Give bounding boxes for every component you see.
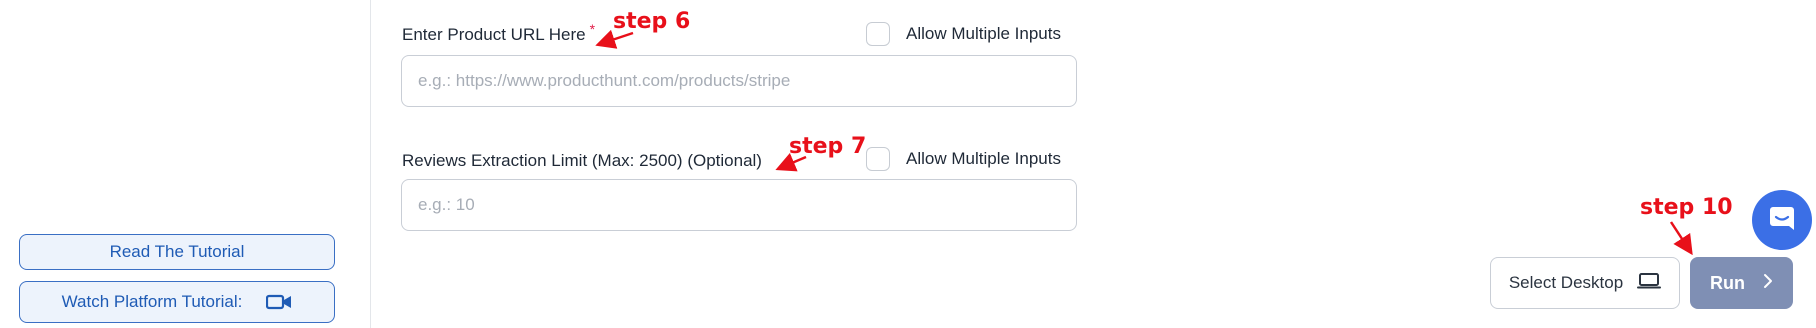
allow-multiple-limit-toggle[interactable]: Allow Multiple Inputs [866, 147, 1061, 171]
step7-annotation: step 7 [789, 134, 867, 159]
read-tutorial-label: Read The Tutorial [109, 242, 245, 261]
allow-multiple-url-toggle[interactable]: Allow Multiple Inputs [866, 22, 1061, 46]
select-desktop-button[interactable]: Select Desktop [1490, 257, 1680, 309]
step6-arrow [595, 29, 634, 49]
step10-arrow [1669, 221, 1693, 256]
required-mark: * [589, 21, 596, 37]
allow-multiple-url-label: Allow Multiple Inputs [906, 24, 1061, 43]
select-desktop-label: Select Desktop [1508, 273, 1624, 292]
chevron-right-icon [1763, 273, 1773, 294]
run-button[interactable]: Run [1690, 257, 1793, 309]
step10-annotation: step 10 [1640, 195, 1733, 220]
review-limit-label: Reviews Extraction Limit (Max: 2500) (Op… [402, 151, 762, 170]
chat-button[interactable] [1752, 190, 1812, 250]
product-url-input[interactable] [401, 55, 1077, 107]
watch-tutorial-button[interactable]: Watch Platform Tutorial: [19, 281, 335, 323]
allow-multiple-limit-label: Allow Multiple Inputs [906, 149, 1061, 168]
allow-multiple-limit-checkbox[interactable] [866, 147, 890, 171]
video-camera-icon [266, 293, 292, 311]
watch-tutorial-label: Watch Platform Tutorial: [61, 292, 243, 311]
sidebar: Read The Tutorial Watch Platform Tutoria… [0, 0, 371, 328]
review-limit-input[interactable] [401, 179, 1077, 231]
allow-multiple-url-checkbox[interactable] [866, 22, 890, 46]
step6-annotation: step 6 [613, 9, 691, 34]
run-label: Run [1710, 272, 1745, 293]
chat-bubble-icon [1767, 203, 1797, 238]
product-url-label: Enter Product URL Here * [402, 21, 596, 44]
laptop-icon [1637, 272, 1662, 295]
read-tutorial-button[interactable]: Read The Tutorial [19, 234, 335, 270]
